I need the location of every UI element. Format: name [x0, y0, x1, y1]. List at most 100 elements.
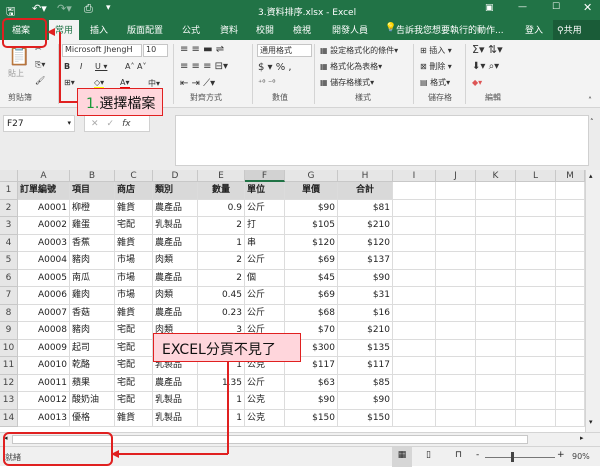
table-cell[interactable] [436, 409, 476, 427]
table-cell[interactable]: A0006 [18, 287, 70, 305]
table-cell[interactable] [476, 234, 516, 252]
table-cell[interactable]: 柳橙 [70, 199, 115, 217]
paste-icon[interactable]: 📋 [8, 46, 30, 67]
table-cell[interactable]: 肉類 [153, 252, 198, 270]
table-cell[interactable]: 1 [198, 409, 245, 427]
table-cell[interactable]: $90 [285, 392, 338, 410]
expand-formula-icon[interactable]: ˄ [590, 118, 594, 126]
table-cell[interactable]: 農產品 [153, 374, 198, 392]
underline-button[interactable]: U ▾ [95, 62, 107, 71]
table-cell[interactable] [393, 357, 436, 375]
table-cell[interactable]: 宅配 [115, 374, 153, 392]
name-box[interactable]: F27 ▾ [3, 115, 75, 132]
table-cell[interactable]: $120 [338, 234, 393, 252]
row-header[interactable]: 1 [0, 182, 18, 200]
insert-function-icon[interactable]: fx [122, 119, 131, 129]
indent-icon[interactable]: ⇤ ⇥ ⟋▾ [180, 78, 215, 89]
table-cell[interactable] [516, 199, 556, 217]
table-cell[interactable] [436, 357, 476, 375]
header-cell[interactable]: 商店 [115, 182, 153, 200]
font-name-select[interactable]: Microsoft JhengH [62, 44, 142, 57]
header-cell[interactable] [393, 182, 436, 200]
table-cell[interactable]: 1 [198, 234, 245, 252]
table-cell[interactable]: 2 [198, 269, 245, 287]
table-cell[interactable] [556, 322, 585, 340]
row-header[interactable]: 4 [0, 234, 18, 252]
header-cell[interactable]: 數量 [198, 182, 245, 200]
table-cell[interactable]: $135 [338, 339, 393, 357]
formula-input[interactable] [175, 115, 589, 166]
table-cell[interactable] [516, 234, 556, 252]
table-cell[interactable] [556, 234, 585, 252]
clear-icon[interactable]: ◆▾ [472, 78, 482, 87]
table-cell[interactable]: $90 [285, 199, 338, 217]
table-cell[interactable] [516, 252, 556, 270]
scroll-down-icon[interactable]: ▾ [589, 418, 593, 426]
table-cell[interactable]: 蘋果 [70, 374, 115, 392]
table-cell[interactable]: 公克 [245, 392, 285, 410]
number-format-select[interactable]: 通用格式 [257, 44, 312, 57]
row-header[interactable]: 3 [0, 217, 18, 235]
table-cell[interactable]: 雞肉 [70, 287, 115, 305]
close-button[interactable]: ✕ [583, 1, 592, 14]
redo-icon[interactable]: ↷▾ [57, 2, 72, 15]
table-cell[interactable]: 雜貨 [115, 304, 153, 322]
page-break-view-icon[interactable]: ⊓ [455, 450, 462, 460]
normal-view-icon[interactable]: ▦ [392, 447, 412, 467]
table-cell[interactable]: $210 [338, 322, 393, 340]
header-cell[interactable] [516, 182, 556, 200]
table-cell[interactable]: 雜貨 [115, 409, 153, 427]
table-cell[interactable]: $150 [338, 409, 393, 427]
table-cell[interactable]: $68 [285, 304, 338, 322]
tab-view[interactable]: 檢視 [293, 23, 311, 36]
row-header[interactable]: 12 [0, 374, 18, 392]
table-cell[interactable]: 宅配 [115, 217, 153, 235]
table-cell[interactable]: 農產品 [153, 199, 198, 217]
column-header-E[interactable]: E [198, 170, 245, 182]
table-cell[interactable]: $85 [338, 374, 393, 392]
table-cell[interactable]: $69 [285, 287, 338, 305]
select-all-corner[interactable] [0, 170, 18, 182]
column-header-G[interactable]: G [285, 170, 338, 182]
header-cell[interactable]: 項目 [70, 182, 115, 200]
table-cell[interactable] [556, 392, 585, 410]
table-cell[interactable]: $105 [285, 217, 338, 235]
table-cell[interactable]: $31 [338, 287, 393, 305]
table-cell[interactable]: 2 [198, 217, 245, 235]
column-header-J[interactable]: J [436, 170, 476, 182]
table-cell[interactable] [476, 322, 516, 340]
table-cell[interactable] [393, 374, 436, 392]
tab-developer[interactable]: 開發人員 [332, 23, 368, 36]
header-cell[interactable]: 訂單編號 [18, 182, 70, 200]
minimize-button[interactable]: — [518, 2, 527, 12]
header-cell[interactable] [436, 182, 476, 200]
scroll-right-icon[interactable]: ▸ [580, 434, 584, 442]
table-cell[interactable]: 宅配 [115, 322, 153, 340]
table-cell[interactable]: 個 [245, 269, 285, 287]
header-cell[interactable] [476, 182, 516, 200]
table-cell[interactable]: 公斤 [245, 199, 285, 217]
table-cell[interactable]: 乳製品 [153, 409, 198, 427]
table-cell[interactable] [556, 339, 585, 357]
row-header[interactable]: 6 [0, 269, 18, 287]
table-cell[interactable] [556, 217, 585, 235]
cancel-icon[interactable]: ✕ [91, 119, 107, 129]
header-cell[interactable] [556, 182, 585, 200]
table-cell[interactable]: 宅配 [115, 392, 153, 410]
table-cell[interactable]: 2 [198, 252, 245, 270]
table-cell[interactable] [476, 287, 516, 305]
borders-icon[interactable]: ⊞▾ [64, 78, 75, 87]
table-cell[interactable]: $90 [338, 269, 393, 287]
table-cell[interactable] [393, 234, 436, 252]
table-cell[interactable] [476, 339, 516, 357]
tab-review[interactable]: 校閱 [256, 23, 274, 36]
table-cell[interactable]: A0012 [18, 392, 70, 410]
table-cell[interactable] [556, 287, 585, 305]
print-preview-icon[interactable]: ⎙ [84, 2, 93, 16]
tab-page-layout[interactable]: 版面配置 [127, 23, 163, 36]
table-cell[interactable] [516, 269, 556, 287]
table-cell[interactable] [393, 339, 436, 357]
table-cell[interactable]: 宅配 [115, 357, 153, 375]
undo-icon[interactable]: ↶▾ [32, 2, 47, 15]
table-cell[interactable] [556, 304, 585, 322]
